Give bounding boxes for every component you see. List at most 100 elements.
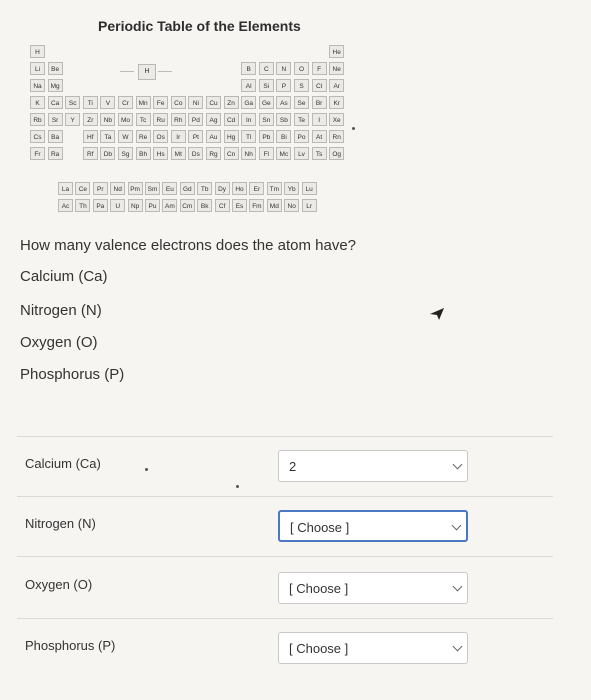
periodic-table: H He Li Be B C N O F Ne Na Mg Al Si P S Cl Ar K Ca Sc Ti V Cr Mn…	[30, 45, 350, 212]
selected-value: [ Choose ]	[290, 520, 350, 535]
element-cell: Pd	[188, 113, 204, 126]
element-cell: Sn	[258, 113, 274, 126]
question-option: Phosphorus (P)	[20, 366, 125, 383]
chevron-down-icon	[452, 459, 463, 470]
element-cell: Ar	[329, 79, 345, 92]
element-cell: Mo	[118, 113, 133, 126]
element-cell: Ho	[232, 182, 247, 195]
element-cell: Pu	[145, 199, 160, 212]
divider	[17, 556, 553, 557]
element-cell: Br	[311, 96, 327, 109]
element-cell: Sb	[276, 113, 292, 126]
element-cell: Sr	[47, 113, 63, 126]
element-cell: H	[30, 45, 45, 58]
element-cell: Cr	[118, 96, 133, 109]
element-cell: Po	[294, 130, 309, 143]
element-cell: Fr	[30, 147, 45, 160]
answer-dropdown-nitrogen[interactable]: [ Choose ]	[278, 510, 468, 542]
element-cell: Fm	[249, 199, 265, 212]
element-cell: Er	[249, 182, 265, 195]
match-label: Nitrogen (N)	[25, 516, 96, 531]
element-cell: Ra	[47, 147, 63, 160]
element-cell: Se	[294, 96, 309, 109]
question-option: Calcium (Ca)	[20, 268, 108, 285]
element-cell: Ag	[206, 113, 221, 126]
element-cell: Ir	[170, 130, 186, 143]
element-cell: Au	[206, 130, 221, 143]
element-cell: Gd	[179, 182, 195, 195]
element-cell: Ta	[100, 130, 116, 143]
divider	[17, 618, 553, 619]
element-cell: Am	[162, 199, 178, 212]
mouse-cursor-icon	[430, 308, 444, 320]
element-cell: Rn	[329, 130, 345, 143]
element-cell: C	[258, 62, 274, 75]
periodic-table-legend: H	[120, 64, 172, 80]
element-cell: Bk	[197, 199, 213, 212]
divider	[17, 496, 553, 497]
element-cell: Eu	[162, 182, 178, 195]
element-cell: At	[311, 130, 327, 143]
element-cell: Pa	[92, 199, 108, 212]
element-cell: Mn	[135, 96, 151, 109]
element-cell: Mg	[47, 79, 63, 92]
element-cell: Ge	[258, 96, 274, 109]
element-cell: Lv	[294, 147, 309, 160]
element-cell: Cd	[223, 113, 239, 126]
element-cell: Cs	[30, 130, 45, 143]
element-cell: K	[30, 96, 45, 109]
legend-element-symbol: H	[138, 64, 156, 80]
element-cell: He	[329, 45, 345, 58]
element-cell: Rg	[206, 147, 221, 160]
element-cell: Sg	[118, 147, 133, 160]
element-cell: Re	[135, 130, 151, 143]
element-cell: Y	[65, 113, 81, 126]
element-cell: Rf	[82, 147, 98, 160]
element-cell: Es	[232, 199, 247, 212]
element-cell: Ts	[311, 147, 327, 160]
element-cell: Si	[258, 79, 274, 92]
element-cell: I	[311, 113, 327, 126]
speck-mark	[352, 127, 355, 130]
answer-dropdown-oxygen[interactable]: [ Choose ]	[278, 572, 468, 604]
element-cell: Tm	[266, 182, 282, 195]
element-cell: Np	[127, 199, 143, 212]
element-cell: Hg	[223, 130, 239, 143]
element-cell: U	[110, 199, 126, 212]
element-cell: Nb	[100, 113, 116, 126]
element-cell: Be	[47, 62, 63, 75]
element-cell: Li	[30, 62, 45, 75]
element-cell: Ba	[47, 130, 63, 143]
element-cell: Hf	[82, 130, 98, 143]
answer-dropdown-phosphorus[interactable]: [ Choose ]	[278, 632, 468, 664]
element-cell: Hs	[153, 147, 169, 160]
element-cell: Ru	[153, 113, 169, 126]
element-cell: Rh	[170, 113, 186, 126]
element-cell: Pr	[92, 182, 108, 195]
chevron-down-icon	[451, 520, 462, 531]
element-cell: Th	[75, 199, 91, 212]
element-cell: Ga	[241, 96, 257, 109]
answer-dropdown-calcium[interactable]: 2	[278, 450, 468, 482]
element-cell: Ni	[188, 96, 204, 109]
element-cell: V	[100, 96, 116, 109]
element-cell: Ce	[75, 182, 91, 195]
element-cell: Cu	[206, 96, 221, 109]
element-cell: F	[311, 62, 327, 75]
element-cell: Ti	[82, 96, 98, 109]
element-cell: Cf	[214, 199, 230, 212]
element-cell: S	[294, 79, 309, 92]
element-cell: Fl	[258, 147, 274, 160]
element-cell: Cn	[223, 147, 239, 160]
element-cell: Na	[30, 79, 45, 92]
element-cell: Zr	[82, 113, 98, 126]
element-cell: N	[276, 62, 292, 75]
element-cell: No	[284, 199, 300, 212]
divider	[17, 436, 553, 437]
element-cell: Tc	[135, 113, 151, 126]
element-cell: Md	[266, 199, 282, 212]
element-cell: Mt	[170, 147, 186, 160]
element-cell: Yb	[284, 182, 300, 195]
element-cell: Lr	[301, 199, 317, 212]
element-cell: Db	[100, 147, 116, 160]
